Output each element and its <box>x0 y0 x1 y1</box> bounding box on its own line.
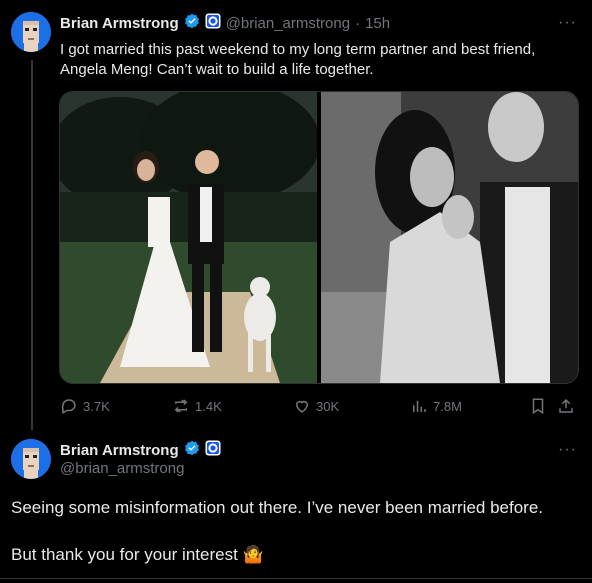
like-icon <box>295 400 309 413</box>
tweet-text-line: I got married this past weekend to my lo… <box>60 41 536 58</box>
bookmark-button[interactable] <box>529 397 547 415</box>
bookmark-icon <box>532 398 544 415</box>
tweet-text-line2: But thank you for your interest 🤷 <box>11 544 581 566</box>
author-name[interactable]: Brian Armstrong <box>60 15 179 32</box>
media-gallery[interactable] <box>59 91 579 384</box>
more-icon[interactable]: ··· <box>558 441 577 459</box>
verified-badge-icon[interactable] <box>184 13 200 34</box>
reply-button[interactable]: 3.7K <box>60 397 110 415</box>
avatar[interactable] <box>11 12 51 52</box>
shrug-emoji-icon: 🤷 <box>242 545 264 564</box>
views-count: 7.8M <box>433 398 462 414</box>
avatar[interactable] <box>11 439 51 479</box>
more-icon[interactable]: ··· <box>558 14 577 32</box>
tweet-text: But thank you for your interest <box>11 545 238 564</box>
views-icon <box>413 400 426 412</box>
author-name[interactable]: Brian Armstrong <box>60 442 179 459</box>
repost-button[interactable]: 1.4K <box>172 397 222 415</box>
share-button[interactable] <box>557 397 575 415</box>
author-handle[interactable]: @brian_armstrong <box>226 15 350 32</box>
tweet-actions: 3.7K 1.4K 30K 7.8M <box>60 397 580 417</box>
affiliate-badge-icon[interactable] <box>205 13 221 34</box>
views-button[interactable]: 7.8M <box>410 397 462 415</box>
author-handle[interactable]: @brian_armstrong <box>60 460 184 477</box>
tweet-text-line: Angela Meng! Can’t wait to build a life … <box>60 61 374 78</box>
tweet-header: Brian Armstrong <box>60 440 221 461</box>
reply-count: 3.7K <box>83 398 110 414</box>
tweet-text-line: Seeing some misinformation out there. I’… <box>11 498 543 517</box>
tweet-header: Brian Armstrong @brian_armstrong · 15h <box>60 13 390 34</box>
dot-separator: · <box>355 15 361 32</box>
verified-badge-icon[interactable] <box>184 440 200 461</box>
like-button[interactable]: 30K <box>293 397 339 415</box>
punk-avatar-icon <box>11 12 51 52</box>
thread-connector-line <box>31 60 33 430</box>
divider <box>0 578 592 583</box>
tweet-text: I got married this past weekend to my lo… <box>60 40 580 80</box>
like-count: 30K <box>316 398 340 414</box>
punk-avatar-icon <box>11 439 51 479</box>
wedding-photo[interactable] <box>60 92 320 383</box>
repost-count: 1.4K <box>195 398 222 414</box>
repost-icon <box>174 399 188 413</box>
reply-icon <box>61 399 76 415</box>
share-icon <box>559 398 573 413</box>
timestamp[interactable]: 15h <box>365 15 390 32</box>
affiliate-badge-icon[interactable] <box>205 440 221 461</box>
couple-photo[interactable] <box>321 92 578 383</box>
